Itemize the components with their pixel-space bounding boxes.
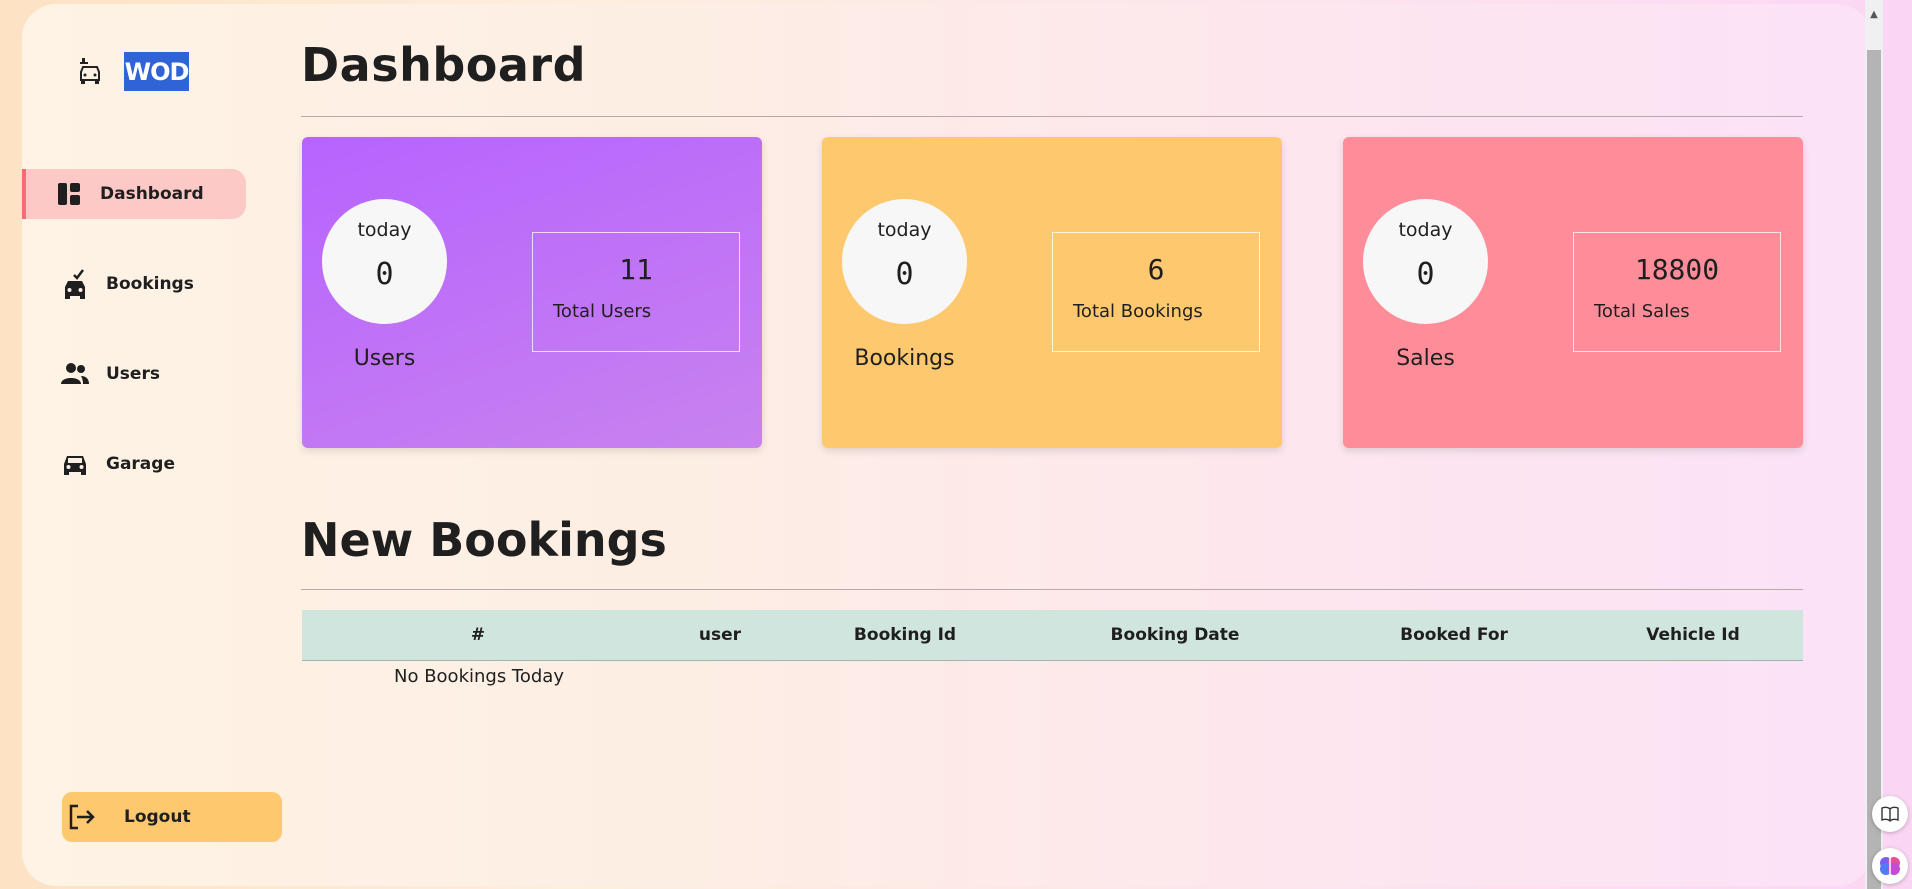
card-name: Users bbox=[353, 346, 416, 371]
today-label: today bbox=[357, 219, 412, 241]
sidebar-item-bookings[interactable]: Bookings bbox=[22, 259, 242, 309]
book-icon[interactable] bbox=[1872, 796, 1908, 832]
sidebar-item-users[interactable]: Users bbox=[22, 349, 242, 399]
divider bbox=[301, 116, 1803, 117]
logout-label: Logout bbox=[124, 807, 191, 827]
table-header: # user Booking Id Booking Date Booked Fo… bbox=[302, 610, 1803, 661]
total-box: 11 Total Users bbox=[532, 232, 740, 352]
column-header-user[interactable]: user bbox=[699, 625, 741, 645]
total-label: Total Bookings bbox=[1073, 301, 1203, 322]
empty-table-message: No Bookings Today bbox=[394, 666, 564, 687]
logout-button[interactable]: Logout bbox=[62, 792, 282, 842]
column-header-booking-date[interactable]: Booking Date bbox=[1111, 625, 1240, 645]
dashboard-icon bbox=[54, 179, 84, 209]
logout-icon bbox=[62, 804, 102, 830]
today-value: 0 bbox=[895, 257, 914, 292]
total-box: 18800 Total Sales bbox=[1573, 232, 1781, 352]
scroll-up-arrow-icon[interactable]: ▲ bbox=[1865, 0, 1883, 28]
today-label: today bbox=[1398, 219, 1453, 241]
sidebar-item-label: Dashboard bbox=[100, 184, 204, 204]
sidebar-item-dashboard[interactable]: Dashboard bbox=[22, 169, 246, 219]
bookings-stat-card: today 0 Bookings 6 Total Bookings bbox=[822, 137, 1282, 448]
sidebar-item-label: Garage bbox=[106, 454, 175, 474]
total-value: 18800 bbox=[1634, 253, 1720, 286]
total-label: Total Sales bbox=[1594, 301, 1690, 322]
sidebar-item-label: Users bbox=[106, 364, 160, 384]
brand-logo[interactable]: WOD bbox=[124, 52, 189, 91]
sales-stat-card: today 0 Sales 18800 Total Sales bbox=[1343, 137, 1803, 448]
today-value: 0 bbox=[375, 257, 394, 292]
column-header-booked-for[interactable]: Booked For bbox=[1400, 625, 1508, 645]
total-value: 11 bbox=[619, 253, 653, 286]
today-circle: today 0 bbox=[842, 199, 967, 324]
total-box: 6 Total Bookings bbox=[1052, 232, 1260, 352]
column-header-booking-id[interactable]: Booking Id bbox=[854, 625, 956, 645]
car-booking-icon bbox=[60, 269, 90, 299]
card-name: Bookings bbox=[854, 346, 955, 371]
sidebar-item-garage[interactable]: Garage bbox=[22, 439, 242, 489]
users-stat-card: today 0 Users 11 Total Users bbox=[302, 137, 762, 448]
total-label: Total Users bbox=[553, 301, 652, 322]
page-title: Dashboard bbox=[301, 38, 587, 92]
total-value: 6 bbox=[1147, 253, 1165, 286]
column-header-index[interactable]: # bbox=[471, 625, 485, 645]
card-name: Sales bbox=[1396, 346, 1455, 371]
brain-assistant-icon[interactable] bbox=[1872, 848, 1908, 884]
sidebar-item-label: Bookings bbox=[106, 274, 194, 294]
car-service-icon bbox=[78, 56, 102, 86]
scrollbar-thumb[interactable] bbox=[1867, 50, 1881, 889]
today-value: 0 bbox=[1416, 257, 1435, 292]
users-icon bbox=[60, 359, 90, 389]
today-circle: today 0 bbox=[1363, 199, 1488, 324]
divider bbox=[301, 589, 1803, 590]
today-circle: today 0 bbox=[322, 199, 447, 324]
car-icon bbox=[60, 449, 90, 479]
section-title: New Bookings bbox=[301, 513, 667, 567]
column-header-vehicle-id[interactable]: Vehicle Id bbox=[1646, 625, 1740, 645]
today-label: today bbox=[877, 219, 932, 241]
